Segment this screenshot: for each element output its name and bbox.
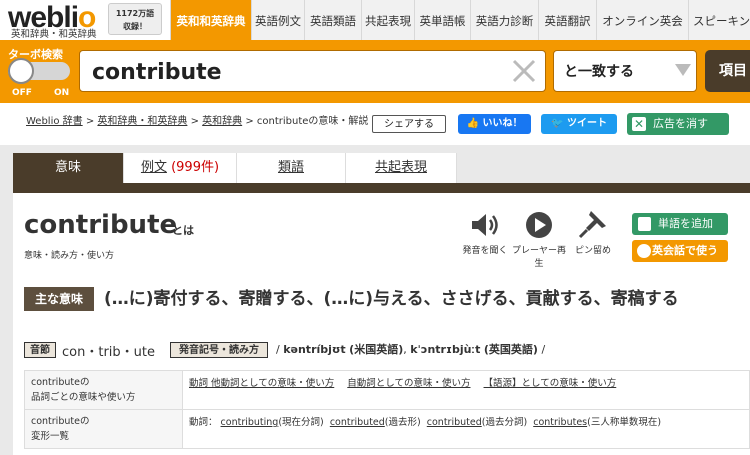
download-icon <box>638 217 651 231</box>
breadcrumb-eiwa-waei[interactable]: 英和辞典・和英辞典 <box>97 116 187 127</box>
headword-suffix: とは <box>172 224 194 237</box>
tab-synonyms-label: 類語 <box>277 160 304 175</box>
toggle-knob[interactable] <box>8 58 34 84</box>
add-word-label: 単語を追加 <box>658 217 713 230</box>
pron-uk-note: (英国英語) <box>483 343 538 356</box>
pin-tool[interactable]: ピン留め <box>573 208 613 256</box>
form-link[interactable]: contributed <box>330 417 385 428</box>
nav-tab-online-eikaiwa[interactable]: オンライン英会話 <box>596 0 688 70</box>
table-row: contributeの 変形一覧 動詞： contributing(現在分詞) c… <box>24 409 750 449</box>
speaker-icon <box>472 214 498 236</box>
tab-collocations[interactable]: 共起表現 <box>346 153 457 183</box>
badge-count: 1172万語 <box>115 9 155 18</box>
tab-examples-count: (999件) <box>171 160 220 175</box>
row-content: 動詞： contributing(現在分詞) contributed(過去形) … <box>182 409 750 449</box>
tab-collocations-label: 共起表現 <box>374 160 427 175</box>
pos-link-etymology[interactable]: 【語源】としての意味・使い方 <box>484 378 617 389</box>
nav-tab-eiwa-waei[interactable]: 英和和英辞典 <box>170 0 251 40</box>
listen-pronunciation-tool[interactable]: 発音を聞く <box>462 210 508 256</box>
main-meaning: (…に)寄付する、寄贈する、(…に)与える、ささげる、貢献する、寄稿する <box>104 289 679 309</box>
pos-link-intransitive[interactable]: 自動詞としての意味・使い方 <box>347 378 470 389</box>
nav-tab-examples[interactable]: 英語例文 <box>251 0 304 40</box>
forms-prefix: 動詞： <box>189 417 218 428</box>
pronunciation: / kəntríbjʊt (米国英語), kˈɔntrɪbjùːt (英国英語)… <box>276 343 546 356</box>
nav-tab-collocations[interactable]: 共起表現 <box>361 0 414 40</box>
pron-us-note: (米国英語) <box>349 343 404 356</box>
player-label: プレーヤー再生 <box>511 246 566 269</box>
headword-subtitle: 意味・読み方・使い方 <box>24 251 115 261</box>
headword: contribute <box>24 210 178 240</box>
nav-tab-wordbook[interactable]: 英単語帳 <box>414 0 470 40</box>
tweet-button[interactable]: 🐦 ツイート <box>541 114 617 134</box>
syllables: con・trib・ute <box>62 345 155 360</box>
nav-tab-speaking[interactable]: スピーキング <box>688 0 750 70</box>
form-note: (過去形) <box>384 417 421 428</box>
form-note: (三人称単数現在) <box>587 417 662 428</box>
tweet-label: ツイート <box>566 118 607 129</box>
player-tool[interactable]: プレーヤー再生 <box>508 210 570 269</box>
breadcrumb: Weblio 辞書 > 英和辞典・和英辞典 > 英和辞典 > contribut… <box>26 116 369 127</box>
twitter-bird-icon: 🐦 <box>551 118 567 129</box>
nav-tab-translation[interactable]: 英語翻訳 <box>538 0 596 40</box>
play-icon <box>526 212 552 238</box>
form-note: (過去分詞) <box>481 417 528 428</box>
eikaiwa-label: 英会話で使う <box>652 244 718 257</box>
tab-examples[interactable]: 例文 (999件) <box>124 153 237 183</box>
nav-tab-synonyms[interactable]: 英語類語 <box>304 0 361 40</box>
tab-examples-label: 例文 <box>140 160 167 175</box>
tab-synonyms[interactable]: 類語 <box>237 153 346 183</box>
thumbs-up-icon: 👍 <box>466 118 483 129</box>
form-note: (現在分詞) <box>278 417 324 428</box>
share-button[interactable]: シェアする <box>372 115 446 133</box>
row-header-line: 変形一覧 <box>31 431 70 442</box>
tab-underline-bar <box>13 183 750 193</box>
badge-label: 収録！ <box>123 22 147 31</box>
toggle-off-label: OFF <box>12 88 32 98</box>
clear-search-icon[interactable] <box>509 56 539 86</box>
close-icon: ✕ <box>632 117 646 131</box>
dropdown-caret-icon[interactable] <box>675 64 691 76</box>
breadcrumb-current: contributeの意味・解説 <box>256 116 369 127</box>
breadcrumb-weblio[interactable]: Weblio 辞書 <box>26 116 83 127</box>
table-row: contributeの品詞ごとの意味や使い方 動詞 他動詞としての意味・使い方 … <box>24 370 750 410</box>
logo-subtitle: 英和辞典・和英辞典 <box>11 29 97 40</box>
breadcrumb-eiwa[interactable]: 英和辞典 <box>202 116 242 127</box>
pronunciation-label: 発音記号・読み方 <box>170 342 268 358</box>
lightbulb-icon <box>637 244 651 258</box>
match-mode-value[interactable]: と一致する <box>564 61 634 81</box>
pos-link-transitive[interactable]: 動詞 他動詞としての意味・使い方 <box>189 378 334 389</box>
listen-label: 発音を聞く <box>462 246 508 256</box>
form-link[interactable]: contributing <box>221 417 279 428</box>
tab-meaning[interactable]: 意味 <box>13 153 124 183</box>
form-link[interactable]: contributed <box>427 417 482 428</box>
row-content: 動詞 他動詞としての意味・使い方 自動詞としての意味・使い方 【語源】としての意… <box>182 370 750 410</box>
like-label: いいね！ <box>482 118 523 129</box>
facebook-like-button[interactable]: 👍 いいね！ <box>458 114 531 134</box>
nav-tab-diagnosis[interactable]: 英語力診断 <box>470 0 538 40</box>
syllable-label: 音節 <box>24 342 56 358</box>
row-header-line: contributeの <box>31 377 90 388</box>
pron-uk: kˈɔntrɪbjùːt <box>410 343 481 356</box>
word-count-badge: 1172万語 収録！ <box>108 3 162 35</box>
pron-us: kəntríbjʊt <box>283 343 346 356</box>
form-link[interactable]: contributes <box>533 417 587 428</box>
toggle-on-label: ON <box>54 88 70 98</box>
row-header-line: contributeの <box>31 416 90 427</box>
main-meaning-label: 主な意味 <box>24 287 94 311</box>
row-header: contributeの 変形一覧 <box>24 409 183 449</box>
item-search-button[interactable]: 項目 <box>705 50 750 92</box>
row-header-line: 品詞ごとの意味や使い方 <box>31 392 136 403</box>
row-header: contributeの品詞ごとの意味や使い方 <box>24 370 183 410</box>
info-table: contributeの 品詞ごとの意味や使い方 動詞 他動詞としての意味・使い方 … <box>24 370 750 449</box>
pin-label: ピン留め <box>574 246 611 256</box>
search-input[interactable] <box>92 56 492 88</box>
pin-icon <box>578 211 606 239</box>
